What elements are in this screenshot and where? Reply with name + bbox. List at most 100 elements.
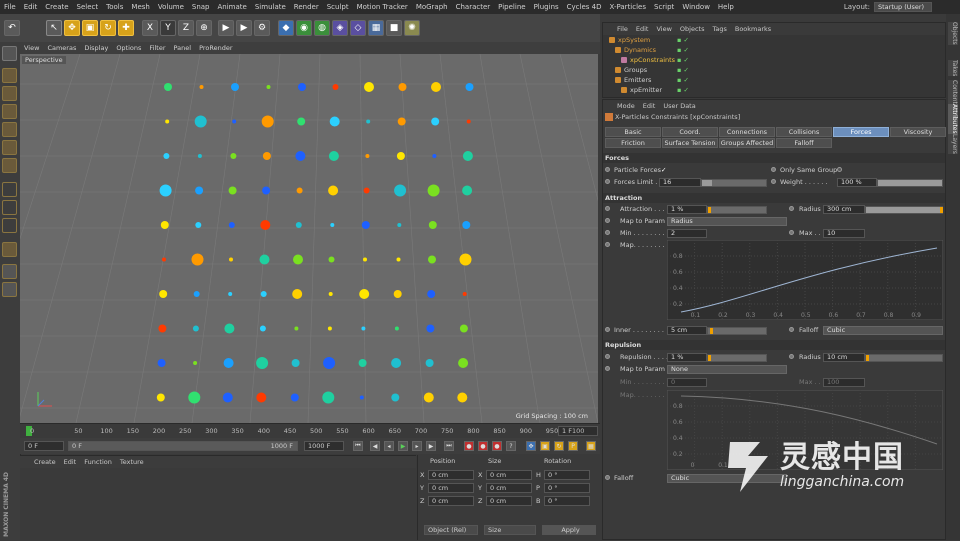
render-view-icon[interactable]: ▶ <box>218 20 234 36</box>
menu-x-particles[interactable]: X-Particles <box>606 3 650 11</box>
key-scale-icon[interactable]: ▣ <box>540 441 550 451</box>
workplane-icon[interactable] <box>2 104 17 119</box>
attraction-field[interactable]: 1 % <box>667 205 707 214</box>
size-mode-select[interactable]: Size <box>484 525 536 535</box>
menu-sculpt[interactable]: Sculpt <box>323 3 353 11</box>
polygons-mode-icon[interactable] <box>2 158 17 173</box>
object-item[interactable]: Groups <box>624 66 647 74</box>
viewport[interactable]: Perspective Grid Spacing : 100 cm <box>20 54 598 423</box>
timeline-ruler[interactable]: 1 F 0 50 100 150 200 250 300 350 400 450 500 550 600… <box>20 423 600 438</box>
menu-motion-tracker[interactable]: Motion Tracker <box>353 3 412 11</box>
generator-icon[interactable]: ◍ <box>314 20 330 36</box>
map-to-param-select[interactable]: Radius <box>667 217 787 226</box>
tab-collisions[interactable]: Collisions <box>776 127 832 137</box>
camera-icon[interactable]: ■ <box>386 20 402 36</box>
dock-tab-layers[interactable]: Layers <box>948 134 958 154</box>
position-field[interactable]: 0 cm <box>428 483 474 493</box>
prev-frame-icon[interactable]: ◂ <box>384 441 394 451</box>
repulsion-field[interactable]: 1 % <box>667 353 707 362</box>
visibility-check-icon[interactable]: ▪ ✓ <box>677 36 689 44</box>
attraction-slider[interactable] <box>707 206 767 214</box>
falloff-select[interactable]: Cubic <box>823 326 943 335</box>
object-item[interactable]: Emitters <box>624 76 651 84</box>
coord-mode-select[interactable]: Object (Rel) <box>424 525 478 535</box>
anim-dot[interactable] <box>605 475 610 480</box>
deformer-icon[interactable]: ◈ <box>332 20 348 36</box>
object-menu-bookmarks[interactable]: Bookmarks <box>731 25 775 33</box>
anim-dot[interactable] <box>605 206 610 211</box>
menu-render[interactable]: Render <box>290 3 323 11</box>
rotation-field[interactable]: 0 ° <box>544 483 590 493</box>
key-pla-icon[interactable]: ▦ <box>586 441 596 451</box>
menu-window[interactable]: Window <box>678 3 714 11</box>
record-icon[interactable]: ● <box>464 441 474 451</box>
anim-dot[interactable] <box>789 354 794 359</box>
menu-character[interactable]: Character <box>452 3 495 11</box>
attraction-curve-editor[interactable]: 0.8 0.6 0.4 0.2 0.1 0.2 0.3 0.4 0.5 0.6 0.7 0.8 0.9 <box>667 240 943 320</box>
select-arrow-icon[interactable]: ↖ <box>46 20 62 36</box>
menu-volume[interactable]: Volume <box>154 3 188 11</box>
menu-script[interactable]: Script <box>650 3 678 11</box>
inner-field[interactable]: 5 cm <box>667 326 707 335</box>
apply-button[interactable]: Apply <box>542 525 596 535</box>
axis-mode-icon[interactable] <box>2 182 17 197</box>
tab-connections[interactable]: Connections <box>719 127 775 137</box>
tab-forces[interactable]: Forces <box>833 127 889 137</box>
viewport-menu-cameras[interactable]: Cameras <box>43 44 80 52</box>
key-param-icon[interactable]: P <box>568 441 578 451</box>
dock-tab-objects[interactable]: Objects <box>948 22 958 45</box>
render-picture-icon[interactable]: ▶ <box>236 20 252 36</box>
solo-hierarchy-icon[interactable] <box>2 282 17 297</box>
visibility-check-icon[interactable]: ▪ ✓ <box>677 56 689 64</box>
floor-icon[interactable]: ▦ <box>368 20 384 36</box>
menu-edit[interactable]: Edit <box>20 3 42 11</box>
start-frame-field[interactable]: 0 F <box>24 441 64 451</box>
position-field[interactable]: 0 cm <box>428 496 474 506</box>
tweak-mode-icon[interactable] <box>2 200 17 215</box>
menu-pipeline[interactable]: Pipeline <box>494 3 529 11</box>
tab-viscosity[interactable]: Viscosity <box>890 127 946 137</box>
object-item[interactable]: xpSystem <box>618 36 650 44</box>
anim-dot[interactable] <box>605 218 610 223</box>
menu-tools[interactable]: Tools <box>102 3 127 11</box>
light-icon[interactable]: ✺ <box>404 20 420 36</box>
goto-start-icon[interactable]: ⏮ <box>353 441 363 451</box>
snap-icon[interactable] <box>2 218 17 233</box>
object-menu-tags[interactable]: Tags <box>708 25 730 33</box>
object-item[interactable]: xpConstraints <box>630 56 675 64</box>
menu-mograph[interactable]: MoGraph <box>412 3 452 11</box>
max-field[interactable]: 10 <box>823 229 865 238</box>
menu-file[interactable]: File <box>0 3 20 11</box>
viewport-menu-display[interactable]: Display <box>80 44 112 52</box>
attribute-menu-user-data[interactable]: User Data <box>659 102 699 110</box>
viewport-menu-options[interactable]: Options <box>112 44 145 52</box>
attribute-menu-edit[interactable]: Edit <box>639 102 660 110</box>
tab-falloff[interactable]: Falloff <box>776 138 832 148</box>
solo-icon[interactable] <box>2 264 17 279</box>
y-axis-icon[interactable]: Y <box>160 20 176 36</box>
anim-dot[interactable] <box>789 327 794 332</box>
weight-field[interactable]: 100 % <box>837 178 877 187</box>
cube-icon[interactable]: ◆ <box>278 20 294 36</box>
material-menu-function[interactable]: Function <box>80 458 116 466</box>
dock-tab-takes[interactable]: Takes <box>948 60 958 77</box>
anim-dot[interactable] <box>605 354 610 359</box>
help-icon[interactable]: ? <box>506 441 516 451</box>
attraction-radius-field[interactable]: 300 cm <box>823 205 865 214</box>
anim-dot[interactable] <box>605 242 610 247</box>
repulsion-map-select[interactable]: None <box>667 365 787 374</box>
anim-dot[interactable] <box>789 230 794 235</box>
key-rotation-icon[interactable]: ↻ <box>554 441 564 451</box>
visibility-check-icon[interactable]: ▪ ✓ <box>677 86 689 94</box>
edges-mode-icon[interactable] <box>2 140 17 155</box>
menu-select[interactable]: Select <box>73 3 103 11</box>
move-icon[interactable]: ✥ <box>64 20 80 36</box>
repulsion-slider[interactable] <box>707 354 767 362</box>
forces-limit-slider[interactable] <box>701 179 767 187</box>
goto-end-icon[interactable]: ⏭ <box>444 441 454 451</box>
next-key-icon[interactable]: ▶ <box>426 441 436 451</box>
tab-basic[interactable]: Basic <box>605 127 661 137</box>
make-editable-icon[interactable] <box>2 46 17 61</box>
viewport-menu-prorender[interactable]: ProRender <box>195 44 236 52</box>
material-menu-edit[interactable]: Edit <box>60 458 81 466</box>
